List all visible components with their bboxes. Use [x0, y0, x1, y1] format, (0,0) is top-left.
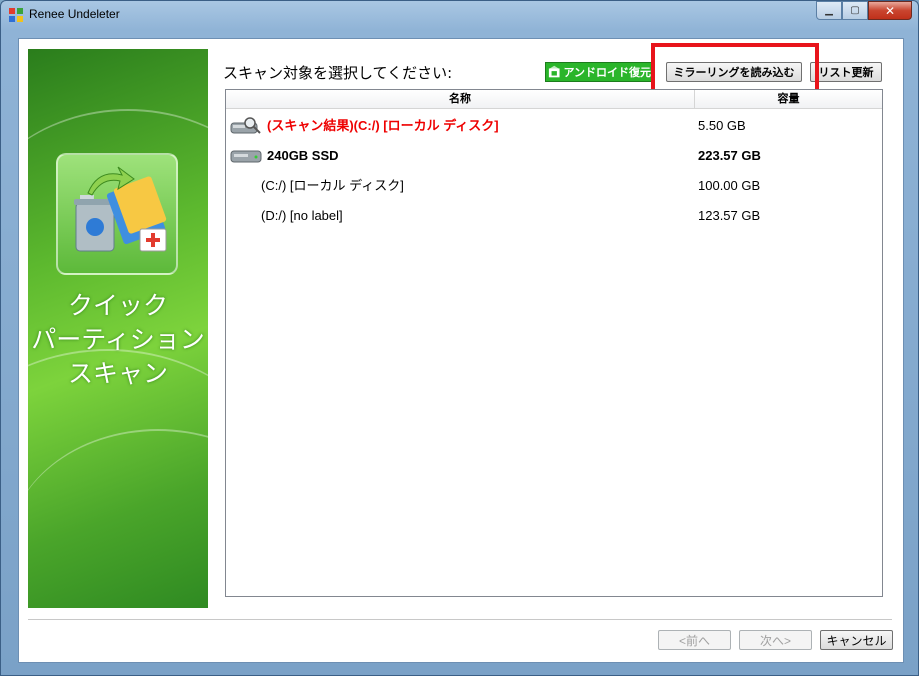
next-button[interactable]: 次へ> [739, 630, 812, 650]
android-icon [548, 65, 560, 78]
title-bar[interactable]: Renee Undeleter ▁ ▢ ✕ [1, 1, 918, 29]
close-icon: ✕ [884, 3, 896, 18]
minimize-icon: ▁ [825, 5, 833, 16]
row-name: (D:/) [no label] [261, 208, 343, 223]
refresh-list-button[interactable]: リスト更新 [810, 62, 882, 82]
sidebar-title: クイック パーティション スキャン [28, 289, 208, 391]
row-size: 123.57 GB [698, 208, 761, 223]
app-icon [9, 8, 23, 22]
list-row-partition[interactable]: (D:/) [no label] 123.57 GB [226, 201, 882, 231]
sidebar-banner: クイック パーティション スキャン [28, 49, 208, 608]
row-size: 5.50 GB [698, 118, 746, 133]
row-name: (C:/) [ローカル ディスク] [261, 178, 404, 193]
sidebar-title-line: スキャン [67, 359, 168, 388]
list-row-partition[interactable]: (C:/) [ローカル ディスク] 100.00 GB [226, 171, 882, 201]
close-button[interactable]: ✕ [868, 1, 912, 20]
row-name: (スキャン結果)(C:/) [ローカル ディスク] [267, 118, 499, 133]
row-name: 240GB SSD [267, 148, 339, 163]
client-area: クイック パーティション スキャン スキャン対象を選択してください: アンドロイ… [18, 38, 904, 663]
android-recovery-button[interactable]: アンドロイド復元 [545, 62, 654, 82]
window-title: Renee Undeleter [29, 7, 120, 21]
cancel-button[interactable]: キャンセル [820, 630, 893, 650]
list-row-scan-result[interactable]: (スキャン結果)(C:/) [ローカル ディスク] 5.50 GB [226, 111, 882, 141]
disk-icon [230, 150, 262, 163]
page-heading: スキャン対象を選択してください: [223, 64, 453, 82]
column-header-size[interactable]: 容量 [695, 90, 882, 108]
disk-list[interactable]: 名称 容量 (スキャン結果)(C:/) [ローカル ディスク] 5.50 GB [225, 89, 883, 597]
disk-search-icon [230, 117, 261, 134]
row-size: 223.57 GB [698, 148, 761, 163]
maximize-button[interactable]: ▢ [842, 1, 868, 20]
prev-button[interactable]: <前へ [658, 630, 731, 650]
sidebar-title-line: クイック [67, 291, 168, 320]
footer-divider [28, 619, 892, 620]
android-recovery-label: アンドロイド復元 [563, 66, 651, 79]
list-row-disk[interactable]: 240GB SSD 223.57 GB [226, 141, 882, 171]
recycle-bin-icon [56, 153, 178, 275]
list-header: 名称 容量 [226, 90, 882, 109]
app-window: Renee Undeleter ▁ ▢ ✕ クイック パーティション スキャン … [0, 0, 919, 676]
highlight-box [651, 43, 819, 93]
row-size: 100.00 GB [698, 178, 761, 193]
minimize-button[interactable]: ▁ [816, 1, 842, 20]
column-header-name[interactable]: 名称 [226, 90, 695, 108]
maximize-icon: ▢ [850, 5, 860, 16]
sidebar-title-line: パーティション [31, 325, 205, 354]
